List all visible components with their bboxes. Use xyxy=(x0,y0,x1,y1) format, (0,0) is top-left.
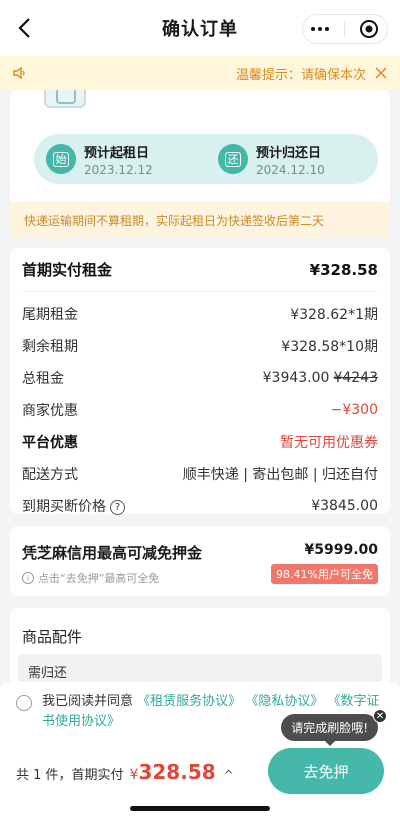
start-date-item: 始 预计起租日 2023.12.12 xyxy=(34,142,206,177)
chevron-left-icon xyxy=(18,18,30,38)
privacy-agreement-link[interactable]: 《隐私协议》 xyxy=(245,694,323,709)
deposit-amount: ¥5999.00 xyxy=(304,542,378,558)
capsule-divider xyxy=(343,21,345,37)
last-rent-label: 尾期租金 xyxy=(22,307,78,323)
summary-price: 328.58 xyxy=(138,760,216,784)
remain-value: ¥328.58*10期 xyxy=(281,339,378,355)
shipping-value: 顺丰快递 | 寄出包邮 | 归还自付 xyxy=(182,467,378,483)
buyout-value: ¥3845.00 xyxy=(311,498,378,514)
deposit-badge: 98.41%用户可全免 xyxy=(271,564,378,584)
total-rent-original: ¥4243 xyxy=(333,370,378,386)
calendar-return-icon: 还 xyxy=(218,144,248,174)
total-rent-values: ¥3943.00 ¥4243 xyxy=(263,370,378,386)
help-icon[interactable]: ? xyxy=(110,499,125,515)
speaker-icon xyxy=(13,66,25,80)
buyout-label: 到期买断价格 xyxy=(22,499,106,515)
chevron-up-icon: ^ xyxy=(223,768,234,782)
platform-discount-label: 平台优惠 xyxy=(22,435,78,451)
last-rent-row: 尾期租金 ¥328.62*1期 xyxy=(22,298,378,330)
info-icon: i xyxy=(22,572,34,584)
end-date-label: 预计归还日 xyxy=(256,145,322,161)
first-rent-row: 首期实付租金 ¥328.58 xyxy=(22,248,378,292)
agree-checkbox[interactable] xyxy=(16,695,32,711)
summary-text: 共 1 件，首期实付 xyxy=(16,768,124,783)
back-button[interactable] xyxy=(12,16,36,40)
close-notice-icon[interactable] xyxy=(374,66,388,80)
start-date-value: 2023.12.12 xyxy=(84,162,153,177)
first-rent-label: 首期实付租金 xyxy=(22,261,113,279)
last-rent-value: ¥328.62*1期 xyxy=(290,307,378,323)
rental-dates: 始 预计起租日 2023.12.12 还 预计归还日 2024.12.10 xyxy=(34,134,378,184)
deposit-free-button[interactable]: 去免押 xyxy=(268,748,384,794)
end-date-value: 2024.12.10 xyxy=(256,162,325,177)
buyout-row: 到期买断价格? ¥3845.00 xyxy=(22,490,378,522)
close-tooltip-icon[interactable]: ✕ xyxy=(373,709,387,723)
shipping-row: 配送方式 顺丰快递 | 寄出包邮 | 归还自付 xyxy=(22,458,378,490)
remain-row: 剩余租期 ¥328.58*10期 xyxy=(22,330,378,362)
first-rent-value: ¥328.58 xyxy=(309,260,378,279)
more-icon[interactable] xyxy=(311,27,329,31)
start-date-label: 预计起租日 xyxy=(84,145,150,161)
miniapp-capsule xyxy=(302,14,388,44)
calendar-start-icon: 始 xyxy=(46,144,76,174)
merchant-discount-label: 商家优惠 xyxy=(22,403,78,419)
rental-agreement-link[interactable]: 《租赁服务协议》 xyxy=(137,694,241,709)
price-card: 首期实付租金 ¥328.58 尾期租金 ¥328.62*1期 剩余租期 ¥328… xyxy=(10,248,390,515)
end-date-item: 还 预计归还日 2024.12.10 xyxy=(206,142,378,177)
deposit-card: 凭芝麻信用最高可减免押金 ¥5999.00 i 点击“去免押”最高可全免 98.4… xyxy=(10,526,390,596)
total-rent-value: ¥3943.00 xyxy=(262,370,330,386)
page-title: 确认订单 xyxy=(162,19,238,40)
home-indicator xyxy=(130,806,270,811)
face-verify-tooltip: 请完成刷脸哦! xyxy=(281,714,378,746)
currency-symbol: ¥ xyxy=(129,767,139,783)
deposit-title: 凭芝麻信用最高可减免押金 xyxy=(22,544,203,562)
merchant-discount-row: 商家优惠 −¥300 xyxy=(22,394,378,426)
delivery-note: 快递运输期间不算租期，实际起租日为快递签收后第二天 xyxy=(10,202,390,238)
deposit-tip-text: 点击“去免押”最高可全免 xyxy=(38,572,160,585)
platform-discount-value: 暂无可用优惠券 xyxy=(280,435,378,451)
notice-bar: 温馨提示：请确保本次 xyxy=(0,56,400,90)
remain-label: 剩余租期 xyxy=(22,339,78,355)
shipping-label: 配送方式 xyxy=(22,467,78,483)
checkout-footer: 我已阅读并同意 《租赁服务协议》 《隐私协议》 《数字证书使用协议》 请完成刷脸… xyxy=(0,682,400,816)
close-app-icon[interactable] xyxy=(359,19,379,39)
calendar-return-glyph: 还 xyxy=(225,151,241,167)
checkout-bar: 共 1 件，首期实付 ¥ 328.58 ^ 去免押 xyxy=(0,748,400,796)
notice-text: 温馨提示：请确保本次 xyxy=(235,67,366,83)
platform-discount-row[interactable]: 平台优惠 暂无可用优惠券 xyxy=(22,426,378,458)
accessories-title: 商品配件 xyxy=(22,628,83,646)
agreement-prefix: 我已阅读并同意 xyxy=(42,694,134,709)
deposit-tip: i 点击“去免押”最高可全免 xyxy=(22,570,159,586)
order-summary[interactable]: 共 1 件，首期实付 ¥ 328.58 ^ xyxy=(16,760,234,784)
nav-header: 确认订单 xyxy=(0,0,400,56)
total-rent-row: 总租金 ¥3943.00 ¥4243 xyxy=(22,362,378,394)
product-thumbnail[interactable] xyxy=(44,90,86,108)
merchant-discount-value: −¥300 xyxy=(330,402,378,418)
buyout-label-wrap: 到期买断价格? xyxy=(22,496,125,516)
product-card: 始 预计起租日 2023.12.12 还 预计归还日 2024.12.10 快递… xyxy=(10,90,390,238)
calendar-start-glyph: 始 xyxy=(53,151,69,167)
total-rent-label: 总租金 xyxy=(22,371,64,387)
